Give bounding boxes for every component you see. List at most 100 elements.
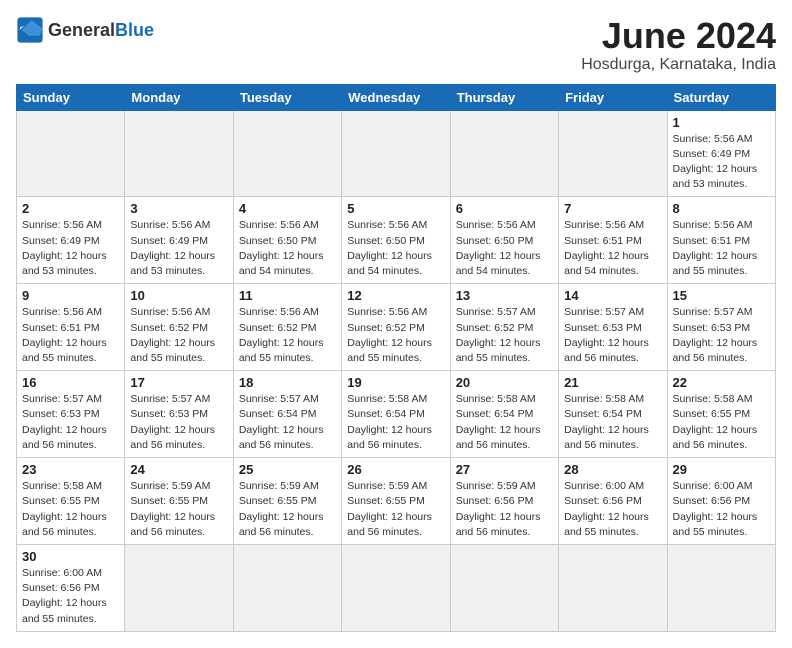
- calendar-cell: 26 Sunrise: 5:59 AMSunset: 6:55 PMDayligh…: [342, 458, 450, 545]
- title-area: June 2024 Hosdurga, Karnataka, India: [581, 16, 776, 74]
- calendar-cell: 23Sunrise: 5:58 AMSunset: 6:55 PMDayligh…: [17, 458, 125, 545]
- day-number: 13: [456, 288, 553, 303]
- calendar-cell: 4Sunrise: 5:56 AMSunset: 6:50 PMDaylight…: [233, 197, 341, 284]
- calendar-cell: 2 Sunrise: 5:56 AMSunset: 6:49 PMDaylight…: [17, 197, 125, 284]
- calendar-cell: 5 Sunrise: 5:56 AMSunset: 6:50 PMDaylight…: [342, 197, 450, 284]
- calendar-cell: 14 Sunrise: 5:57 AMSunset: 6:53 PMDayligh…: [559, 284, 667, 371]
- location-title: Hosdurga, Karnataka, India: [581, 56, 776, 74]
- day-number: 27: [456, 462, 553, 477]
- column-header-friday: Friday: [559, 84, 667, 110]
- column-header-monday: Monday: [125, 84, 233, 110]
- logo-text: GeneralBlue: [48, 21, 154, 39]
- day-number: 6: [456, 201, 553, 216]
- day-info: Sunrise: 5:56 AMSunset: 6:50 PMDaylight:…: [347, 218, 444, 279]
- calendar-cell: 28Sunrise: 6:00 AMSunset: 6:56 PMDayligh…: [559, 458, 667, 545]
- calendar-cell: 27 Sunrise: 5:59 AMSunset: 6:56 PMDayligh…: [450, 458, 558, 545]
- day-info: Sunrise: 5:58 AMSunset: 6:54 PMDaylight:…: [347, 392, 444, 453]
- header: G GeneralBlue June 2024 Hosdurga, Karnat…: [16, 16, 776, 74]
- column-header-saturday: Saturday: [667, 84, 775, 110]
- calendar-cell: 7Sunrise: 5:56 AMSunset: 6:51 PMDaylight…: [559, 197, 667, 284]
- calendar-cell: 20 Sunrise: 5:58 AMSunset: 6:54 PMDayligh…: [450, 371, 558, 458]
- day-number: 23: [22, 462, 119, 477]
- week-row-2: 2 Sunrise: 5:56 AMSunset: 6:49 PMDaylight…: [17, 197, 776, 284]
- day-info: Sunrise: 5:59 AMSunset: 6:55 PMDaylight:…: [130, 479, 227, 540]
- day-number: 20: [456, 375, 553, 390]
- day-number: 11: [239, 288, 336, 303]
- day-info: Sunrise: 5:57 AMSunset: 6:53 PMDaylight:…: [564, 305, 661, 366]
- day-number: 17: [130, 375, 227, 390]
- day-number: 5: [347, 201, 444, 216]
- calendar-cell: [125, 544, 233, 631]
- calendar-cell: 22 Sunrise: 5:58 AMSunset: 6:55 PMDayligh…: [667, 371, 775, 458]
- day-info: Sunrise: 5:56 AMSunset: 6:49 PMDaylight:…: [130, 218, 227, 279]
- day-number: 26: [347, 462, 444, 477]
- column-header-sunday: Sunday: [17, 84, 125, 110]
- day-info: Sunrise: 5:58 AMSunset: 6:54 PMDaylight:…: [456, 392, 553, 453]
- week-row-4: 16Sunrise: 5:57 AMSunset: 6:53 PMDayligh…: [17, 371, 776, 458]
- day-info: Sunrise: 5:59 AMSunset: 6:56 PMDaylight:…: [456, 479, 553, 540]
- calendar-cell: 16Sunrise: 5:57 AMSunset: 6:53 PMDayligh…: [17, 371, 125, 458]
- day-number: 15: [673, 288, 770, 303]
- calendar-header-row: SundayMondayTuesdayWednesdayThursdayFrid…: [17, 84, 776, 110]
- calendar-cell: 1Sunrise: 5:56 AMSunset: 6:49 PMDaylight…: [667, 110, 775, 197]
- day-number: 4: [239, 201, 336, 216]
- day-info: Sunrise: 6:00 AMSunset: 6:56 PMDaylight:…: [673, 479, 770, 540]
- day-number: 21: [564, 375, 661, 390]
- day-info: Sunrise: 5:57 AMSunset: 6:54 PMDaylight:…: [239, 392, 336, 453]
- day-info: Sunrise: 5:56 AMSunset: 6:52 PMDaylight:…: [130, 305, 227, 366]
- calendar-cell: 15Sunrise: 5:57 AMSunset: 6:53 PMDayligh…: [667, 284, 775, 371]
- calendar-cell: 24 Sunrise: 5:59 AMSunset: 6:55 PMDayligh…: [125, 458, 233, 545]
- calendar-cell: 3 Sunrise: 5:56 AMSunset: 6:49 PMDaylight…: [125, 197, 233, 284]
- generalblue-logo-icon: G: [16, 16, 44, 44]
- week-row-3: 9 Sunrise: 5:56 AMSunset: 6:51 PMDaylight…: [17, 284, 776, 371]
- week-row-6: 30 Sunrise: 6:00 AMSunset: 6:56 PMDayligh…: [17, 544, 776, 631]
- logo: G GeneralBlue: [16, 16, 154, 44]
- day-number: 12: [347, 288, 444, 303]
- day-info: Sunrise: 6:00 AMSunset: 6:56 PMDaylight:…: [22, 566, 119, 627]
- calendar-cell: 13Sunrise: 5:57 AMSunset: 6:52 PMDayligh…: [450, 284, 558, 371]
- day-info: Sunrise: 6:00 AMSunset: 6:56 PMDaylight:…: [564, 479, 661, 540]
- day-number: 3: [130, 201, 227, 216]
- calendar-cell: 21 Sunrise: 5:58 AMSunset: 6:54 PMDayligh…: [559, 371, 667, 458]
- column-header-thursday: Thursday: [450, 84, 558, 110]
- calendar-cell: [342, 544, 450, 631]
- column-header-wednesday: Wednesday: [342, 84, 450, 110]
- calendar-cell: 29 Sunrise: 6:00 AMSunset: 6:56 PMDayligh…: [667, 458, 775, 545]
- day-number: 30: [22, 549, 119, 564]
- day-info: Sunrise: 5:59 AMSunset: 6:55 PMDaylight:…: [347, 479, 444, 540]
- calendar-cell: [233, 110, 341, 197]
- day-info: Sunrise: 5:56 AMSunset: 6:51 PMDaylight:…: [22, 305, 119, 366]
- day-number: 9: [22, 288, 119, 303]
- day-number: 19: [347, 375, 444, 390]
- calendar-cell: 12Sunrise: 5:56 AMSunset: 6:52 PMDayligh…: [342, 284, 450, 371]
- day-info: Sunrise: 5:56 AMSunset: 6:49 PMDaylight:…: [22, 218, 119, 279]
- column-header-tuesday: Tuesday: [233, 84, 341, 110]
- week-row-5: 23Sunrise: 5:58 AMSunset: 6:55 PMDayligh…: [17, 458, 776, 545]
- calendar-cell: [233, 544, 341, 631]
- calendar-cell: [450, 110, 558, 197]
- day-info: Sunrise: 5:58 AMSunset: 6:54 PMDaylight:…: [564, 392, 661, 453]
- calendar-cell: 19 Sunrise: 5:58 AMSunset: 6:54 PMDayligh…: [342, 371, 450, 458]
- day-number: 29: [673, 462, 770, 477]
- calendar-cell: [667, 544, 775, 631]
- day-number: 22: [673, 375, 770, 390]
- day-info: Sunrise: 5:56 AMSunset: 6:51 PMDaylight:…: [673, 218, 770, 279]
- calendar-cell: [559, 544, 667, 631]
- day-number: 24: [130, 462, 227, 477]
- calendar-cell: [17, 110, 125, 197]
- month-title: June 2024: [581, 16, 776, 56]
- day-number: 7: [564, 201, 661, 216]
- day-info: Sunrise: 5:58 AMSunset: 6:55 PMDaylight:…: [673, 392, 770, 453]
- calendar-cell: 30 Sunrise: 6:00 AMSunset: 6:56 PMDayligh…: [17, 544, 125, 631]
- day-info: Sunrise: 5:57 AMSunset: 6:53 PMDaylight:…: [130, 392, 227, 453]
- calendar-cell: 10Sunrise: 5:56 AMSunset: 6:52 PMDayligh…: [125, 284, 233, 371]
- calendar-cell: [450, 544, 558, 631]
- day-number: 18: [239, 375, 336, 390]
- day-number: 2: [22, 201, 119, 216]
- calendar-cell: [559, 110, 667, 197]
- calendar-cell: 9 Sunrise: 5:56 AMSunset: 6:51 PMDaylight…: [17, 284, 125, 371]
- day-number: 1: [673, 115, 770, 130]
- day-number: 14: [564, 288, 661, 303]
- day-info: Sunrise: 5:56 AMSunset: 6:50 PMDaylight:…: [456, 218, 553, 279]
- calendar-cell: 8Sunrise: 5:56 AMSunset: 6:51 PMDaylight…: [667, 197, 775, 284]
